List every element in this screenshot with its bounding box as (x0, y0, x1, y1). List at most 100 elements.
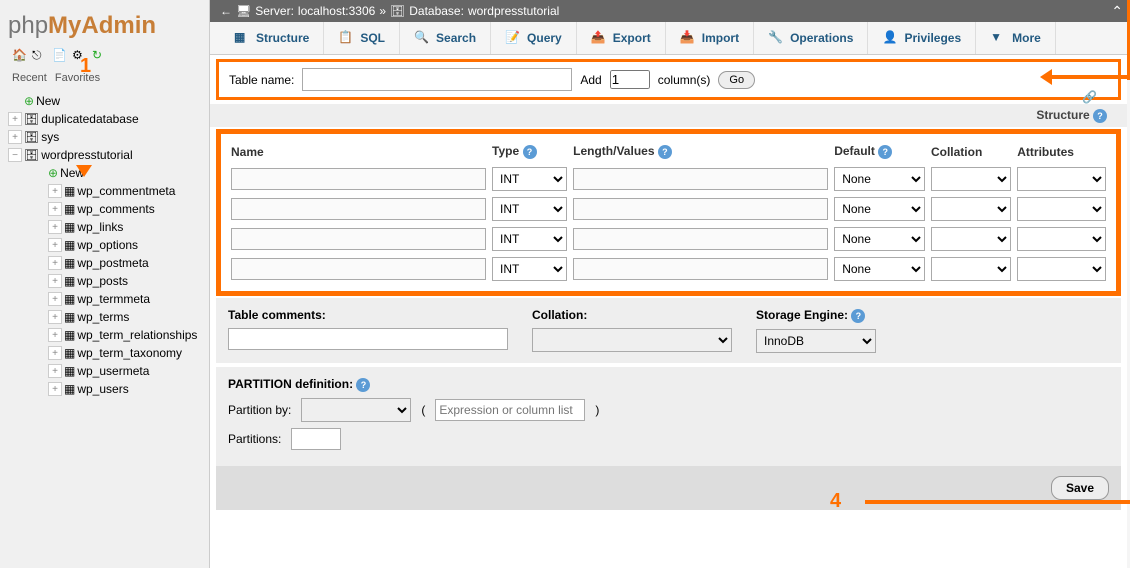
tree-table-wp_term_taxonomy[interactable]: +▦wp_term_taxonomy (44, 344, 205, 362)
tab-favorites[interactable]: Favorites (55, 72, 100, 84)
col-name-input[interactable] (231, 258, 486, 280)
engine-select[interactable]: InnoDB (756, 329, 876, 353)
link-icon[interactable]: 🔗 (1082, 90, 1097, 104)
col-attr-select[interactable] (1017, 257, 1106, 281)
more-icon: ▼ (990, 30, 1006, 46)
save-button[interactable]: Save (1051, 476, 1109, 500)
tree-db-duplicatedatabase[interactable]: + 🗄 duplicatedatabase (4, 110, 205, 128)
expand-icon[interactable]: + (48, 256, 62, 270)
col-collation-select[interactable] (931, 227, 1011, 251)
tab-search[interactable]: 🔍Search (400, 22, 491, 54)
col-type-select[interactable]: INT (492, 197, 567, 221)
help-icon[interactable]: ? (1093, 109, 1107, 123)
col-attr-select[interactable] (1017, 197, 1106, 221)
partitions-count-input[interactable] (291, 428, 341, 450)
server-name[interactable]: localhost:3306 (298, 4, 375, 18)
columns-label: column(s) (658, 73, 711, 87)
col-length-input[interactable] (573, 228, 828, 250)
col-type-select[interactable]: INT (492, 227, 567, 251)
comments-input[interactable] (228, 328, 508, 350)
structure-header: Structure ? (210, 104, 1127, 127)
tab-more[interactable]: ▼More (976, 22, 1056, 54)
tab-structure[interactable]: ▦Structure (220, 22, 324, 54)
col-header-length: Length/Values (573, 144, 654, 158)
expand-icon[interactable]: + (48, 220, 62, 234)
col-type-select[interactable]: INT (492, 167, 567, 191)
collation-select[interactable] (532, 328, 732, 352)
col-length-input[interactable] (573, 198, 828, 220)
tree-table-wp_terms[interactable]: +▦wp_terms (44, 308, 205, 326)
expand-icon[interactable]: + (48, 274, 62, 288)
col-collation-select[interactable] (931, 197, 1011, 221)
tree-db-sys[interactable]: + 🗄 sys (4, 128, 205, 146)
help-icon[interactable]: ? (523, 145, 537, 159)
col-name-input[interactable] (231, 168, 486, 190)
tab-export[interactable]: 📤Export (577, 22, 666, 54)
nav-toggle-icon[interactable]: ← (220, 4, 232, 18)
tab-recent[interactable]: Recent (12, 72, 47, 84)
expand-icon[interactable]: + (48, 310, 62, 324)
collapse-icon[interactable]: − (8, 148, 22, 162)
go-button[interactable]: Go (718, 71, 755, 89)
tab-query[interactable]: 📝Query (491, 22, 577, 54)
tree-table-wp_term_relationships[interactable]: +▦wp_term_relationships (44, 326, 205, 344)
tab-import[interactable]: 📥Import (666, 22, 754, 54)
minimize-icon[interactable]: ⌃ (1111, 3, 1123, 20)
expand-icon[interactable]: + (48, 292, 62, 306)
tree-table-wp_options[interactable]: +▦wp_options (44, 236, 205, 254)
col-collation-select[interactable] (931, 167, 1011, 191)
add-columns-input[interactable] (610, 70, 650, 89)
help-icon[interactable]: ? (851, 309, 865, 323)
col-default-select[interactable]: None (834, 227, 925, 251)
expand-icon[interactable]: + (48, 238, 62, 252)
tree-table-wp_comments[interactable]: +▦wp_comments (44, 200, 205, 218)
tree-table-wp_termmeta[interactable]: +▦wp_termmeta (44, 290, 205, 308)
tree-table-new[interactable]: ⊕New (44, 164, 205, 182)
partition-expr-input[interactable] (435, 399, 585, 421)
tree-table-wp_links[interactable]: +▦wp_links (44, 218, 205, 236)
col-name-input[interactable] (231, 198, 486, 220)
expand-icon[interactable]: + (48, 184, 62, 198)
reload-icon[interactable]: ↻ (92, 48, 108, 64)
col-length-input[interactable] (573, 168, 828, 190)
partition-section: PARTITION definition: ? Partition by: ( … (216, 367, 1121, 466)
tab-operations[interactable]: 🔧Operations (754, 22, 868, 54)
tab-privileges[interactable]: 👤Privileges (868, 22, 976, 54)
tree-table-wp_commentmeta[interactable]: +▦wp_commentmeta (44, 182, 205, 200)
expand-icon[interactable]: + (48, 328, 62, 342)
col-default-select[interactable]: None (834, 257, 925, 281)
col-default-select[interactable]: None (834, 197, 925, 221)
help-icon[interactable]: ? (356, 378, 370, 392)
expand-icon[interactable]: + (48, 202, 62, 216)
expand-icon[interactable]: + (48, 364, 62, 378)
db-name[interactable]: wordpresstutorial (468, 4, 559, 18)
logo-admin: Admin (81, 12, 156, 39)
tree-table-wp_posts[interactable]: +▦wp_posts (44, 272, 205, 290)
col-name-input[interactable] (231, 228, 486, 250)
expand-icon[interactable]: + (48, 382, 62, 396)
col-collation-select[interactable] (931, 257, 1011, 281)
col-type-select[interactable]: INT (492, 257, 567, 281)
tree-new[interactable]: ⊕ New (4, 92, 205, 110)
help-icon[interactable]: ? (878, 145, 892, 159)
col-default-select[interactable]: None (834, 167, 925, 191)
docs-icon[interactable]: 📄 (52, 48, 68, 64)
tab-sql[interactable]: 📋SQL (324, 22, 400, 54)
col-length-input[interactable] (573, 258, 828, 280)
tree-table-wp_usermeta[interactable]: +▦wp_usermeta (44, 362, 205, 380)
tree-table-wp_users[interactable]: +▦wp_users (44, 380, 205, 398)
tree-table-wp_postmeta[interactable]: +▦wp_postmeta (44, 254, 205, 272)
annotation-2-arrow (1052, 75, 1130, 79)
col-attr-select[interactable] (1017, 227, 1106, 251)
logout-icon[interactable]: ⎋ (32, 48, 48, 64)
tree-db-wordpresstutorial[interactable]: − 🗄 wordpresstutorial (4, 146, 205, 164)
help-icon[interactable]: ? (658, 145, 672, 159)
expand-icon[interactable]: + (48, 346, 62, 360)
col-attr-select[interactable] (1017, 167, 1106, 191)
partition-by-select[interactable] (301, 398, 411, 422)
content: Table name: Add column(s) Go 🔗 Structure… (210, 55, 1127, 568)
expand-icon[interactable]: + (8, 130, 22, 144)
table-name-input[interactable] (302, 68, 572, 91)
expand-icon[interactable]: + (8, 112, 22, 126)
home-icon[interactable]: 🏠 (12, 48, 28, 64)
